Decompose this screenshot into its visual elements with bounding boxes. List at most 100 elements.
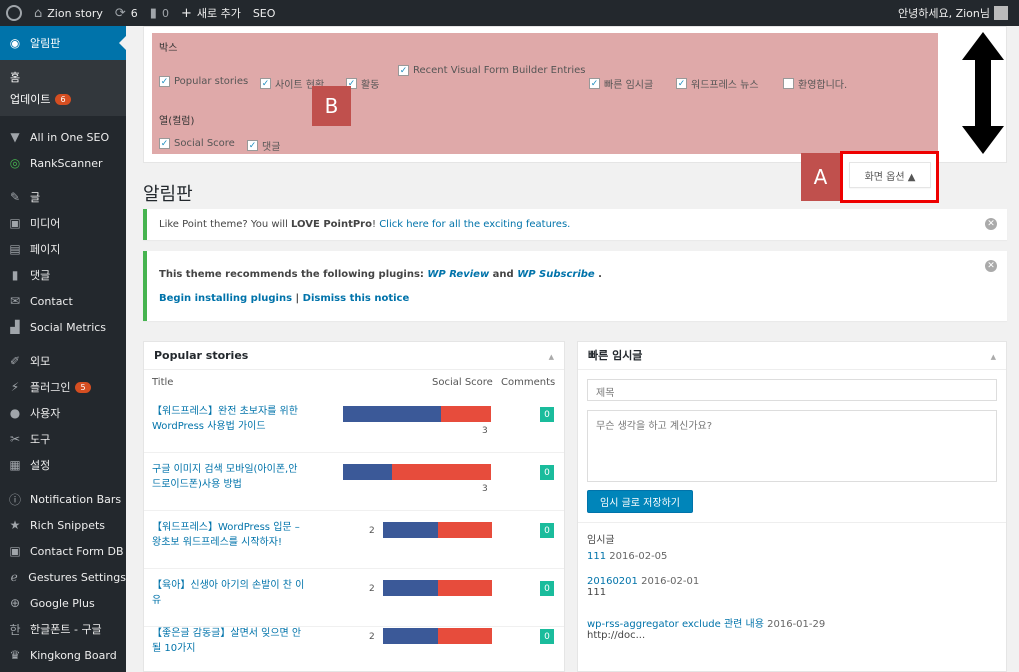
- story-title-link[interactable]: 【워드프레스】WordPress 입문 – 왕초보 워드프레스를 시작하자!: [152, 520, 322, 550]
- dismiss-icon[interactable]: ✕: [985, 260, 997, 272]
- checkbox-label: 환영합니다.: [798, 80, 848, 91]
- checkbox-vfb-entries[interactable]: ✓ Recent Visual Form Builder Entries: [398, 65, 586, 76]
- checkbox-social-score[interactable]: ✓ Social Score: [159, 138, 235, 149]
- story-title-link[interactable]: 구글 이미지 검색 모바일(아이폰,안 드로이드폰)사용 방법: [152, 462, 322, 492]
- rankscanner-icon: ◎: [9, 156, 21, 170]
- draft-date: 2016-02-01: [641, 576, 700, 587]
- column-header-social-score[interactable]: Social Score: [432, 377, 493, 388]
- menu-tools[interactable]: ✂ 도구: [0, 426, 126, 452]
- menu-posts[interactable]: ✎ 글: [0, 184, 126, 210]
- menu-gestures-settings[interactable]: ℯ Gestures Settings: [0, 564, 126, 590]
- menu-google-plus[interactable]: ⊕ Google Plus: [0, 590, 126, 616]
- menu-settings[interactable]: ▦ 설정: [0, 452, 126, 478]
- collapse-toggle-icon[interactable]: ▲: [549, 353, 554, 361]
- story-title-link[interactable]: 【워드프레스】완전 초보자를 위한 WordPress 사용법 가이드: [152, 404, 322, 434]
- wordpress-logo-icon: [6, 5, 22, 21]
- wp-logo-menu[interactable]: [0, 0, 28, 26]
- story-title-link[interactable]: 【좋은글 감동글】살면서 잊으면 안될 10가지: [152, 626, 322, 656]
- updates-menu[interactable]: ⟳ 6: [109, 0, 144, 26]
- draft-link[interactable]: 20160201: [587, 576, 638, 587]
- screen-options-button[interactable]: 화면 옵션 ▲: [849, 162, 931, 188]
- menu-social-metrics[interactable]: ▟ Social Metrics: [0, 314, 126, 340]
- submenu-home[interactable]: 홈: [0, 66, 126, 88]
- menu-label: 글: [30, 191, 41, 204]
- menu-kingkong-board[interactable]: ♛ Kingkong Board: [0, 642, 126, 668]
- pointpro-notice: Like Point theme? You will LOVE PointPro…: [143, 209, 1007, 240]
- draft-title-input[interactable]: 제목: [587, 379, 997, 401]
- social-score-value: 3: [482, 484, 488, 494]
- menu-label: 댓글: [30, 269, 51, 282]
- install-plugins-link[interactable]: Begin installing plugins: [159, 293, 292, 304]
- draft-excerpt: 111: [587, 587, 607, 598]
- menu-pages[interactable]: ▤ 페이지: [0, 236, 126, 262]
- draft-content-textarea[interactable]: 무슨 생각을 하고 계신가요?: [587, 410, 997, 482]
- admin-bar: ⌂ Zion story ⟳ 6 ▮ 0 + 새로 추가 SEO 안녕하세요, …: [0, 0, 1019, 26]
- double-arrow-icon: [958, 30, 1008, 156]
- widget-title[interactable]: Popular stories: [144, 342, 564, 370]
- menu-plugins[interactable]: ⚡ 플러그인 5: [0, 374, 126, 400]
- home-icon: ⌂: [34, 5, 43, 21]
- my-account-menu[interactable]: 안녕하세요, Zion님: [892, 0, 1019, 26]
- new-content-label: 새로 추가: [196, 7, 241, 20]
- checkbox-welcome[interactable]: 환영합니다.: [783, 76, 847, 91]
- menu-users[interactable]: ● 사용자: [0, 400, 126, 426]
- info-icon: ⓘ: [8, 492, 21, 507]
- checkbox-wordpress-news[interactable]: ✓ 워드프레스 뉴스: [676, 76, 759, 91]
- menu-appearance[interactable]: ✐ 외모: [0, 348, 126, 374]
- google-share-segment: [440, 406, 491, 422]
- checkbox-comments-column[interactable]: ✓ 댓글: [247, 138, 280, 153]
- row-divider: [144, 510, 564, 511]
- draft-date: 2016-01-29: [767, 619, 826, 630]
- menu-notification-bars[interactable]: ⓘ Notification Bars: [0, 486, 126, 512]
- facebook-share-segment: [343, 464, 392, 480]
- checkbox-quick-draft[interactable]: ✓ 빠른 임시글: [589, 76, 653, 91]
- story-title-line: 드로이드폰)사용 방법: [152, 479, 242, 490]
- dashboard-icon: ◉: [9, 36, 21, 50]
- submenu-updates[interactable]: 업데이트 6: [0, 88, 126, 110]
- new-content-menu[interactable]: + 새로 추가: [175, 0, 247, 26]
- menu-rankscanner[interactable]: ◎ RankScanner: [0, 150, 126, 176]
- site-name-menu[interactable]: ⌂ Zion story: [28, 0, 109, 26]
- checkbox-activity[interactable]: ✓ 활동: [346, 76, 379, 91]
- checkbox-label: 활동: [361, 80, 380, 91]
- brush-icon: ✐: [9, 354, 21, 368]
- wrench-icon: ✂: [9, 432, 21, 446]
- column-header-title[interactable]: Title: [152, 377, 173, 388]
- dashboard-submenu: 홈 업데이트 6: [0, 60, 126, 116]
- menu-label: 사용자: [30, 407, 61, 420]
- menu-comments[interactable]: ▮ 댓글: [0, 262, 126, 288]
- menu-dashboard[interactable]: ◉ 알림판: [0, 26, 126, 60]
- dismiss-icon[interactable]: ✕: [985, 218, 997, 230]
- checkbox-popular-stories[interactable]: ✓ Popular stories: [159, 76, 248, 87]
- seo-menu[interactable]: SEO: [247, 0, 282, 26]
- media-icon: ▣: [9, 216, 21, 230]
- google-share-segment: [437, 522, 492, 538]
- checkbox-label: Recent Visual Form Builder Entries: [413, 65, 586, 76]
- save-draft-button[interactable]: 임시 글로 저장하기: [587, 490, 693, 513]
- menu-contact-form-db[interactable]: ▣ Contact Form DB: [0, 538, 126, 564]
- comments-menu[interactable]: ▮ 0: [144, 0, 175, 26]
- draft-link[interactable]: wp-rss-aggregator exclude 관련 내용: [587, 619, 764, 630]
- columns-heading: 열(컬럼): [159, 116, 195, 127]
- draft-link[interactable]: 111: [587, 551, 606, 562]
- menu-all-in-one-seo[interactable]: ▼ All in One SEO: [0, 124, 126, 150]
- checkbox-box: ✓: [159, 76, 170, 87]
- menu-media[interactable]: ▣ 미디어: [0, 210, 126, 236]
- google-plus-icon: ⊕: [9, 596, 21, 610]
- column-header-comments[interactable]: Comments: [501, 377, 555, 388]
- pointpro-link[interactable]: Click here for all the exciting features…: [379, 219, 570, 230]
- menu-contact[interactable]: ✉ Contact: [0, 288, 126, 314]
- menu-korean-font[interactable]: 한 한글폰트 - 구글: [0, 616, 126, 642]
- story-title-line: 왕초보 워드프레스를 시작하자!: [152, 537, 282, 548]
- story-title-line: 【워드프레스】WordPress 입문 –: [152, 522, 300, 533]
- dismiss-notice-link[interactable]: Dismiss this notice: [303, 293, 410, 304]
- menu-rich-snippets[interactable]: ★ Rich Snippets: [0, 512, 126, 538]
- story-title-link[interactable]: 【육아】신생아 아기의 손발이 찬 이유: [152, 578, 322, 608]
- wp-review-link[interactable]: WP Review: [427, 269, 489, 280]
- updates-count: 6: [130, 6, 138, 20]
- collapse-toggle-icon[interactable]: ▲: [991, 353, 996, 361]
- widget-title[interactable]: 빠른 임시글: [578, 342, 1006, 370]
- wp-subscribe-link[interactable]: WP Subscribe: [517, 269, 595, 280]
- story-title-line: 【워드프레스】완전 초보자를 위한: [152, 406, 298, 417]
- comments-count: 0: [161, 6, 169, 20]
